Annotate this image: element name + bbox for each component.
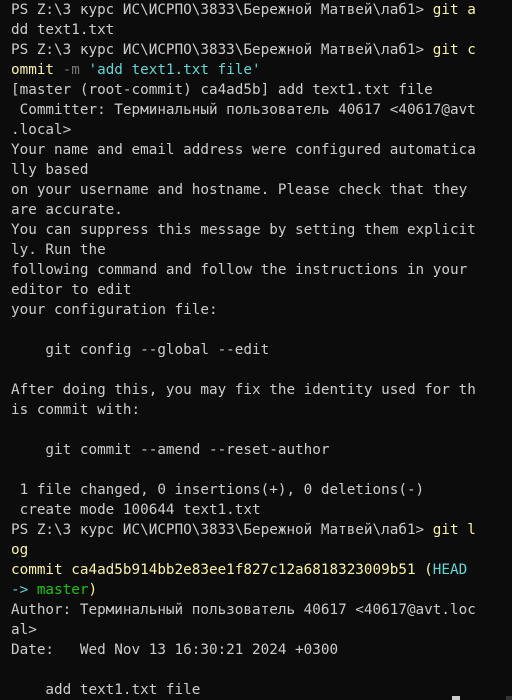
terminal-line: al> <box>11 620 508 640</box>
terminal-line: PS Z:\3 курс ИС\ИСРПО\3833\Бережной Матв… <box>11 520 508 540</box>
terminal-line: ly. Run the <box>11 240 508 260</box>
terminal-line: og <box>11 540 508 560</box>
terminal-output[interactable]: PS Z:\3 курс ИС\ИСРПО\3833\Бережной Матв… <box>11 0 508 700</box>
terminal-text: git c <box>432 42 476 58</box>
terminal-text: create mode 100644 text1.txt <box>11 502 261 518</box>
terminal-text: al> <box>11 622 37 638</box>
terminal-text: git commit --amend --reset-author <box>11 442 330 458</box>
terminal-text: ommit <box>11 62 63 78</box>
terminal-line: PS Z:\3 курс ИС\ИСРПО\3833\Бережной Матв… <box>11 40 508 60</box>
terminal-text: git l <box>432 522 476 538</box>
terminal-text: og <box>11 542 29 558</box>
terminal-text: -m <box>62 62 89 78</box>
terminal-line: -> master) <box>11 580 508 600</box>
terminal-line: You can suppress this message by setting… <box>11 220 508 240</box>
terminal-line: After doing this, you may fix the identi… <box>11 380 508 400</box>
terminal-text: ly. Run the <box>11 242 106 258</box>
terminal-line: Committer: Терминальный пользователь 406… <box>11 100 508 120</box>
terminal-line: 1 file changed, 0 insertions(+), 0 delet… <box>11 480 508 500</box>
terminal-line: on your username and hostname. Please ch… <box>11 180 508 200</box>
terminal-text: editor to edit <box>11 282 132 298</box>
terminal-line: editor to edit <box>11 280 508 300</box>
terminal-line: git commit --amend --reset-author <box>11 440 508 460</box>
text-cursor <box>452 696 460 700</box>
terminal-line: commit ca4ad5b914bb2e83ee1f827c12a681832… <box>11 560 508 580</box>
terminal-text: on your username and hostname. Please ch… <box>11 182 468 198</box>
scrollbar-thumb[interactable] <box>506 696 512 700</box>
terminal-line: are accurate. <box>11 200 508 220</box>
terminal-text: HEAD <box>432 562 468 578</box>
terminal-scrollbar[interactable] <box>506 0 512 700</box>
terminal-text: are accurate. <box>11 202 123 218</box>
terminal-text: After doing this, you may fix the identi… <box>11 382 476 398</box>
terminal-text: commit ca4ad5b914bb2e83ee1f827c12a681832… <box>11 562 425 578</box>
terminal-line: create mode 100644 text1.txt <box>11 500 508 520</box>
terminal-text: git config --global --edit <box>11 342 270 358</box>
terminal-text: [master (root-commit) ca4ad5b] add text1… <box>11 82 433 98</box>
terminal-line: Date: Wed Nov 13 16:30:21 2024 +0300 <box>11 640 508 660</box>
terminal-text: ) <box>88 582 98 598</box>
terminal-text: add text1.txt file <box>11 682 201 698</box>
terminal-line: PS Z:\3 курс ИС\ИСРПО\3833\Бережной Матв… <box>11 0 508 20</box>
terminal-text: ( <box>424 562 433 578</box>
terminal-text: You can suppress this message by setting… <box>11 222 476 238</box>
terminal-line: ommit -m 'add text1.txt file' <box>11 60 508 80</box>
terminal-text: master <box>36 582 89 598</box>
terminal-text: following command and follow the instruc… <box>11 262 468 278</box>
terminal-line: your configuration file: <box>11 300 508 320</box>
terminal-text: is commit with: <box>11 402 141 418</box>
terminal-line: add text1.txt file <box>11 680 508 700</box>
terminal-line: dd text1.txt <box>11 20 508 40</box>
terminal-text: Committer: Терминальный пользователь 406… <box>11 102 476 118</box>
terminal-text: Your name and email address were configu… <box>11 142 476 158</box>
terminal-text: your configuration file: <box>11 302 218 318</box>
terminal-text: lly based <box>11 162 89 178</box>
terminal-line: lly based <box>11 160 508 180</box>
terminal-text: Date: Wed Nov 13 16:30:21 2024 +0300 <box>11 642 339 658</box>
terminal-text: PS Z:\3 курс ИС\ИСРПО\3833\Бережной Матв… <box>11 42 433 58</box>
terminal-text: PS Z:\3 курс ИС\ИСРПО\3833\Бережной Матв… <box>11 2 433 18</box>
terminal-text: dd text1.txt <box>11 22 115 38</box>
terminal-line: Author: Терминальный пользователь 40617 … <box>11 600 508 620</box>
terminal-line: .local> <box>11 120 508 140</box>
terminal-text: 1 file changed, 0 insertions(+), 0 delet… <box>11 482 425 498</box>
terminal-text: Author: Терминальный пользователь 40617 … <box>11 602 476 618</box>
terminal-text: 'add text1.txt file' <box>88 62 261 78</box>
terminal-line: is commit with: <box>11 400 508 420</box>
terminal-line: following command and follow the instruc… <box>11 260 508 280</box>
terminal-text: PS Z:\3 курс ИС\ИСРПО\3833\Бережной Матв… <box>11 522 433 538</box>
terminal-line: Your name and email address were configu… <box>11 140 508 160</box>
terminal-line: [master (root-commit) ca4ad5b] add text1… <box>11 80 508 100</box>
terminal-text: .local> <box>11 122 72 138</box>
terminal-line: git config --global --edit <box>11 340 508 360</box>
terminal-text: -> <box>11 582 37 598</box>
terminal-text: git a <box>432 2 476 18</box>
